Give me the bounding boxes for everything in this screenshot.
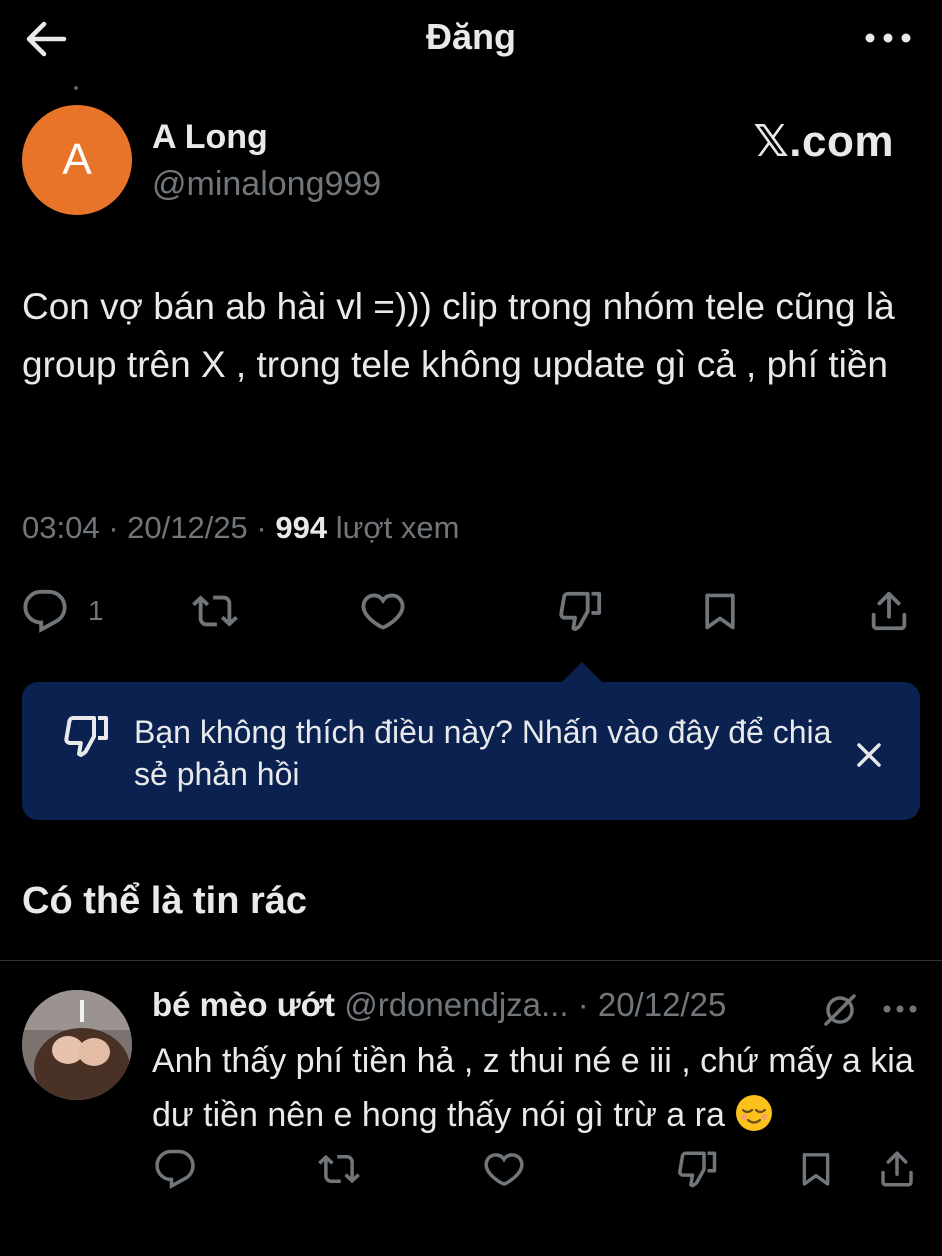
reply-date: · 20/12/25 <box>577 986 727 1023</box>
reply-avatar[interactable] <box>22 990 132 1100</box>
more-icon <box>883 1005 917 1013</box>
relieved-face-emoji <box>734 1093 774 1133</box>
repost-icon <box>318 1154 360 1184</box>
post-meta: 03:04 · 20/12/25 · 994 lượt xem <box>22 510 459 546</box>
view-label: lượt xem <box>335 510 460 545</box>
bookmark-icon <box>705 593 735 630</box>
reply-reply-button[interactable] <box>154 1148 196 1190</box>
reply-header: bé mèo ướt @rdonendjza... · 20/12/25 <box>152 986 726 1024</box>
like-icon <box>484 1153 524 1186</box>
share-button[interactable] <box>866 588 912 634</box>
divider <box>0 960 942 961</box>
reply-author-handle[interactable]: @rdonendjza... <box>344 986 568 1023</box>
view-count: 994 <box>275 510 328 545</box>
dislike-icon <box>62 712 110 760</box>
more-button[interactable] <box>862 20 914 56</box>
reply-icon <box>23 589 67 633</box>
reply-count: 1 <box>88 595 104 626</box>
reply-button[interactable]: 1 <box>22 588 104 634</box>
reply-author-name[interactable]: bé mèo ướt <box>152 986 335 1023</box>
post-text: Con vợ bán ab hài vl =))) clip trong nhó… <box>22 286 895 385</box>
thread-dot <box>74 86 78 90</box>
grok-icon[interactable] <box>820 990 860 1030</box>
author-name[interactable]: A Long <box>152 118 268 157</box>
reply-like-button[interactable] <box>482 1148 526 1190</box>
reply-icon <box>155 1149 195 1189</box>
post-time[interactable]: 03:04 · 20/12/25 · <box>22 510 267 545</box>
reply-bookmark-button[interactable] <box>796 1148 836 1190</box>
avatar-letter: A <box>62 135 92 184</box>
reply-repost-button[interactable] <box>316 1148 362 1190</box>
like-button[interactable] <box>358 588 408 634</box>
like-icon <box>361 593 405 630</box>
page-title: Đăng <box>426 16 516 57</box>
author-handle[interactable]: @minalong999 <box>152 165 381 204</box>
reply-share-button[interactable] <box>876 1148 918 1190</box>
share-icon <box>871 591 907 631</box>
bookmark-icon <box>802 1153 830 1186</box>
more-icon <box>865 33 911 43</box>
xcom-watermark: 𝕏.com <box>753 117 894 166</box>
avatar[interactable]: A <box>22 105 132 215</box>
bookmark-button[interactable] <box>698 588 742 634</box>
dislike-icon <box>559 591 602 632</box>
feedback-text[interactable]: Bạn không thích điều này? Nhấn vào đây đ… <box>134 711 834 795</box>
reply-text: Anh thấy phí tiền hả , z thui né e iii ,… <box>152 1034 922 1142</box>
share-icon <box>881 1151 913 1187</box>
repost-button[interactable] <box>190 588 240 634</box>
close-button[interactable] <box>848 734 890 776</box>
feedback-caret <box>562 662 602 682</box>
reply-text-content: Anh thấy phí tiền hả , z thui né e iii ,… <box>152 1042 914 1134</box>
repost-icon <box>192 595 238 627</box>
spam-section-title: Có thể là tin rác <box>22 880 308 922</box>
reply-dislike-button[interactable] <box>676 1148 718 1190</box>
close-icon <box>857 743 881 767</box>
dislike-button[interactable] <box>556 588 604 634</box>
reply-more-button[interactable] <box>880 994 920 1024</box>
dislike-icon <box>678 1151 717 1188</box>
